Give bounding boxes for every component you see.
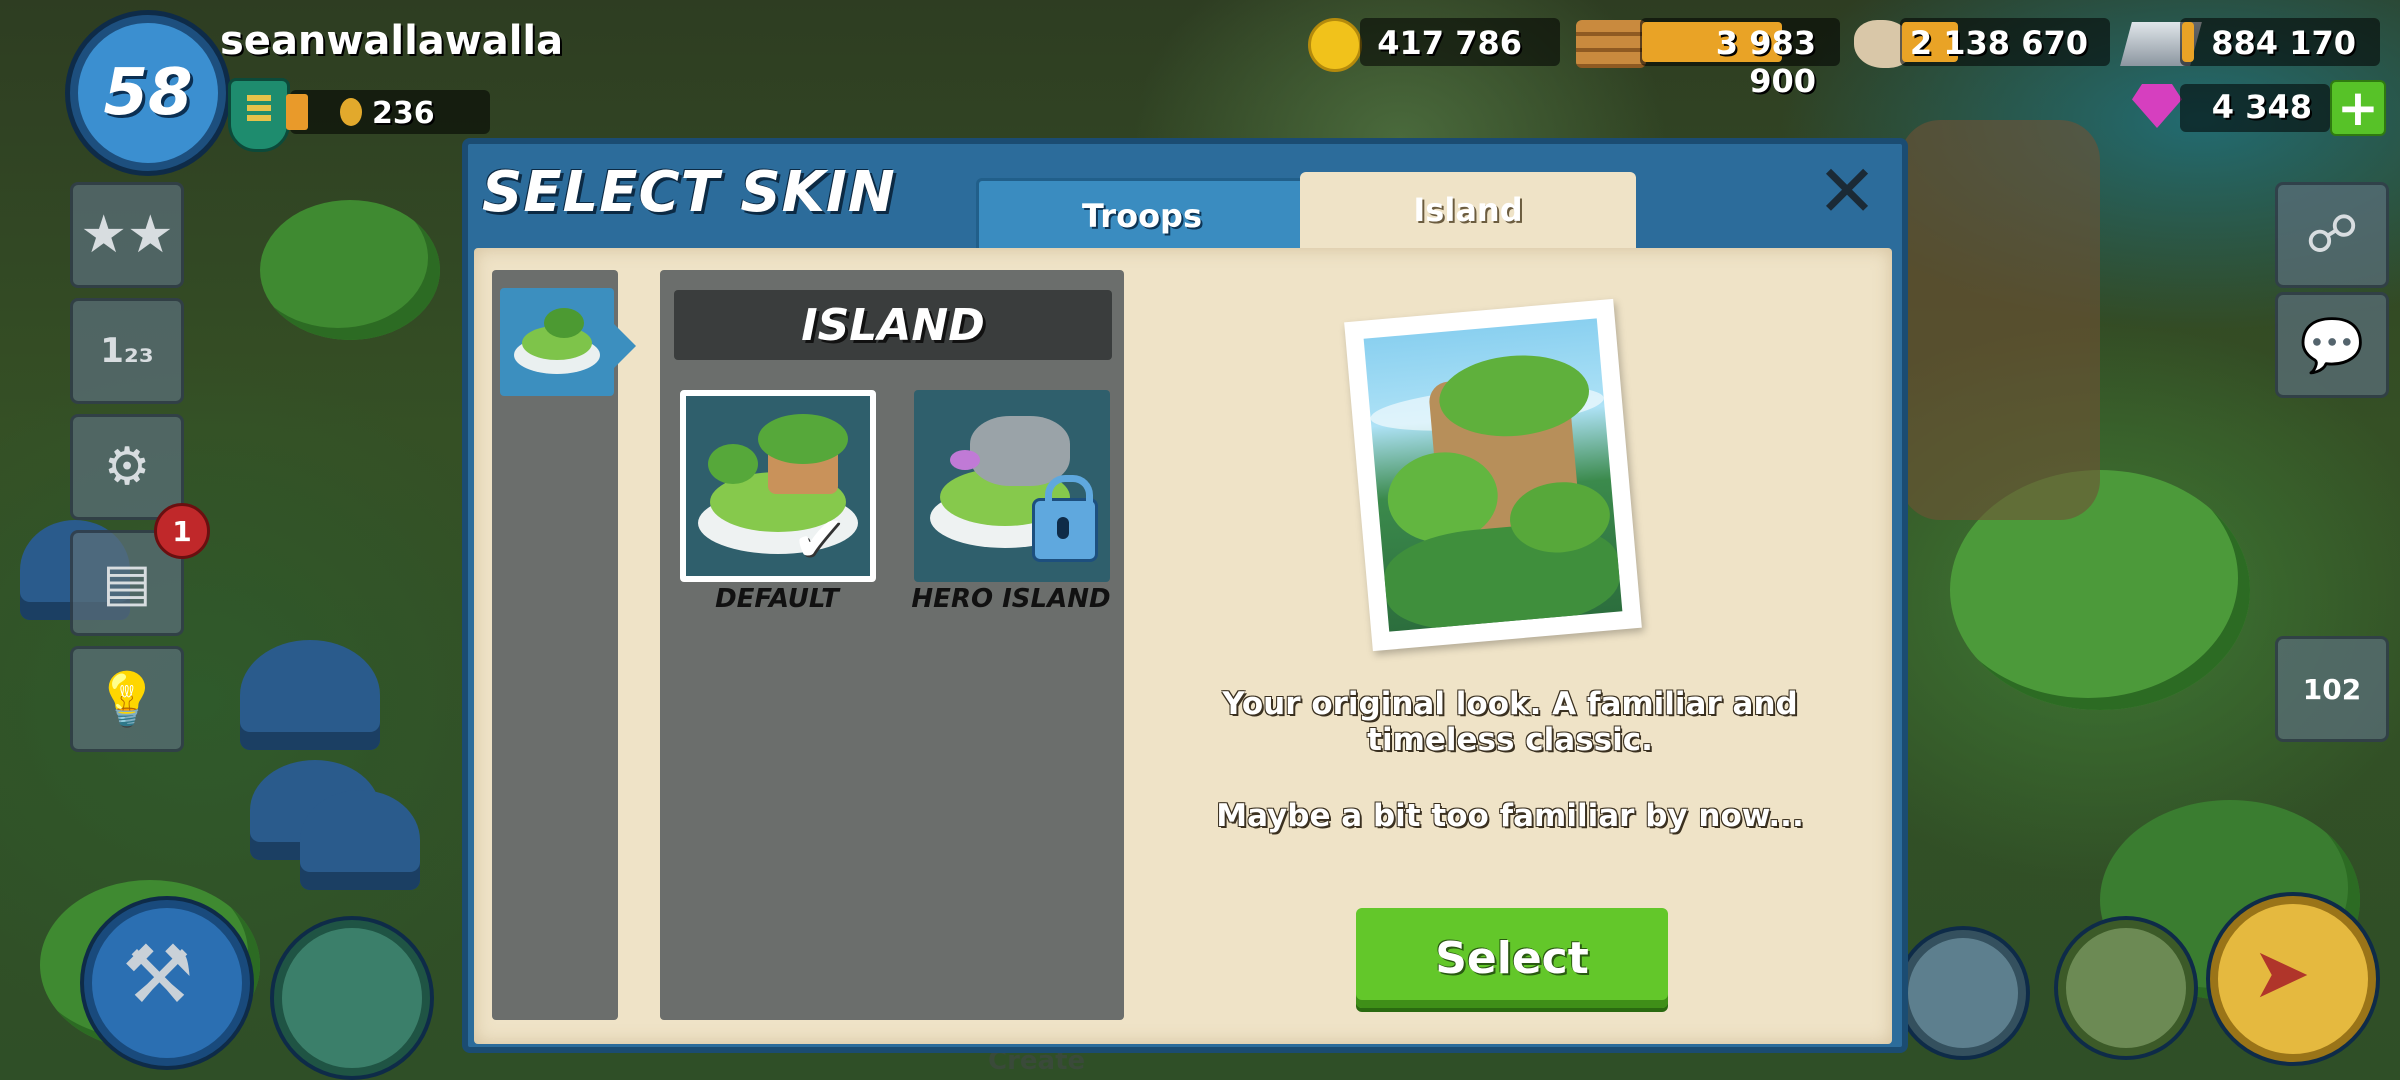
buy-diamonds-button[interactable]: +	[2330, 80, 2386, 136]
selected-checkmark-icon: ✔	[792, 503, 846, 577]
chat-bubble-icon: 💬	[2299, 315, 2365, 376]
settings-button[interactable]: ⚙	[70, 414, 184, 520]
map-button[interactable]	[2058, 920, 2194, 1056]
iron-amount: 884 170	[2211, 24, 2356, 62]
chat-button[interactable]: 💬	[2275, 292, 2389, 398]
player-level-badge[interactable]: 58	[70, 15, 226, 171]
gear-icon: ⚙	[103, 437, 151, 497]
treasure-button[interactable]	[274, 920, 430, 1076]
category-item-island[interactable]	[500, 288, 614, 396]
close-button[interactable]: ✕	[1812, 149, 1882, 233]
tab-island[interactable]: Island	[1300, 172, 1636, 248]
gem-statues-button[interactable]: 102	[2275, 636, 2389, 742]
rank-shield-icon[interactable]	[228, 78, 290, 152]
skin-description: Your original look. A familiar and timel…	[1222, 686, 1798, 758]
victory-points-book-icon	[286, 94, 308, 130]
wood-amount: 3 983 900	[1715, 24, 1816, 100]
gold-coin-icon	[1308, 18, 1362, 72]
medal-icon	[340, 98, 362, 126]
select-button-label: Select	[1435, 932, 1589, 984]
skin-label-default: DEFAULT	[715, 584, 839, 614]
leaderboard-stars-button[interactable]: ★★	[70, 182, 184, 288]
skin-preview-photo	[1344, 298, 1642, 652]
category-pointer	[614, 324, 636, 368]
gems-counter: 102	[2302, 672, 2362, 706]
newspaper-icon: ▤	[102, 553, 152, 613]
player-level: 58	[103, 56, 193, 130]
dialog-title: SELECT SKIN	[482, 160, 896, 225]
gold-amount: 417 786	[1377, 24, 1522, 62]
skin-description-tagline: Maybe a bit too familiar by now...	[1216, 798, 1804, 834]
ship-button[interactable]	[1900, 930, 2026, 1056]
stars-icon: ★★	[80, 205, 174, 265]
select-button[interactable]: Select	[1356, 908, 1668, 1008]
victory-points-value: 236	[372, 96, 435, 131]
skin-label-hero-island: HERO ISLAND	[911, 584, 1111, 614]
compass-button[interactable]: ➤	[2210, 896, 2376, 1062]
tips-button[interactable]: 💡	[70, 646, 184, 752]
category-header: ISLAND	[674, 290, 1112, 360]
news-notification-badge: 1	[154, 503, 210, 559]
tab-troops[interactable]: Troops	[976, 178, 1308, 251]
category-header-label: ISLAND	[801, 299, 985, 351]
skin-card-hero-island[interactable]	[914, 390, 1110, 582]
skin-card-default[interactable]: ✔	[680, 390, 876, 582]
island-icon	[514, 308, 600, 374]
close-icon: ✕	[1816, 149, 1878, 233]
hammer-icon: ⚒	[122, 928, 194, 1021]
diamond-amount: 4 348	[2211, 88, 2312, 126]
wood-icon	[1576, 20, 1646, 68]
player-name: seanwallawalla	[220, 18, 564, 64]
skin-grid-panel	[660, 270, 1124, 1020]
lock-icon	[1032, 475, 1098, 562]
compass-icon: ➤	[2252, 932, 2311, 1014]
plus-icon: +	[2337, 79, 2379, 137]
lightbulb-icon: 💡	[94, 669, 160, 730]
build-hammer-button[interactable]: ⚒	[84, 900, 250, 1066]
task-force-button[interactable]: ☍	[2275, 182, 2389, 288]
stone-amount: 2 138 670	[1909, 24, 2088, 62]
island-preview-image	[1363, 318, 1623, 632]
ranking-button[interactable]: 1₂₃	[70, 298, 184, 404]
podium-icon: 1₂₃	[100, 331, 154, 371]
task-force-icon: ☍	[2305, 205, 2359, 265]
